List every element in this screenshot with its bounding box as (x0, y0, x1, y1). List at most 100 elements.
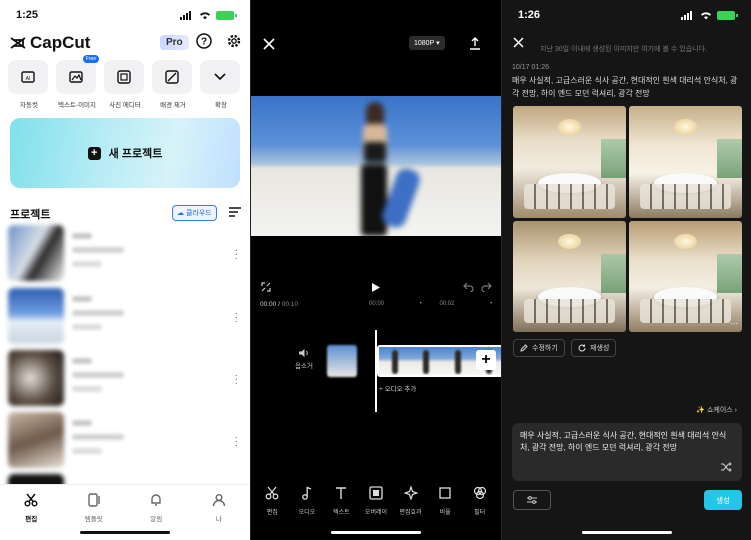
project-item[interactable]: · · · (8, 350, 242, 406)
shuffle-icon[interactable] (720, 462, 732, 472)
project-meta (72, 358, 124, 392)
prompt-input-text: 매우 사실적, 고급스러운 식사 공간, 현대적인 흰색 대리석 안식처, 광각… (520, 431, 727, 452)
svg-text:AI: AI (26, 76, 31, 82)
more-options-icon[interactable]: ··· (235, 433, 238, 451)
add-clip-button[interactable]: + (476, 350, 496, 370)
more-options-icon[interactable]: ··· (235, 246, 238, 264)
tool-text-to-image[interactable]: Free 텍스트-이미지 (56, 55, 99, 109)
help-icon[interactable]: ? (196, 33, 212, 49)
toolbar-overlay[interactable]: 오버레이 (361, 486, 391, 516)
quick-tools-row: AI 자동컷 Free 텍스트-이미지 사진 에디터 배경 제거 확장 (8, 55, 242, 109)
tool-label: 확장 (215, 102, 227, 109)
more-options-icon[interactable]: ··· (235, 309, 238, 327)
tab-me[interactable]: 나 (199, 493, 239, 540)
toolbar-effects[interactable]: 편집효과 (396, 485, 426, 516)
person-icon (212, 494, 225, 507)
app-logo: CapCut (10, 33, 90, 53)
generated-image[interactable] (513, 106, 626, 218)
project-meta (72, 420, 124, 454)
generate-button[interactable]: 생성 (704, 490, 742, 510)
timecode: 00:00 / 00:10 (260, 301, 298, 308)
tool-expand[interactable]: 확장 (200, 60, 242, 109)
toolbar-ratio[interactable]: 비율 (430, 486, 460, 516)
tool-photo-editor[interactable]: 사진 에디터 (104, 60, 146, 109)
filter-icon (473, 486, 486, 500)
resolution-dropdown[interactable]: 1080P ▾ (409, 36, 445, 50)
scissors-icon (24, 493, 38, 507)
pro-badge[interactable]: Pro (160, 35, 189, 50)
sort-icon[interactable] (229, 207, 241, 217)
video-editor-screen: 1080P ▾ 00:00 / 00:10 00:00 • 00:02 • 음소… (250, 0, 501, 540)
regenerate-button[interactable]: 재생성 (571, 339, 617, 357)
tab-label: 나 (215, 516, 222, 523)
timecode-total: 00:10 (281, 301, 298, 308)
photo-editor-icon (117, 70, 131, 84)
toolbar-audio[interactable]: 오디오 (292, 486, 322, 516)
resolution-value: 1080P (414, 40, 435, 47)
prompt-input[interactable]: 매우 사실적, 고급스러운 식사 공간, 현대적인 흰색 대리석 안식처, 광각… (512, 423, 742, 481)
showcase-link[interactable]: ✨ 쇼케이스 › (696, 405, 737, 415)
plus-icon: + (87, 146, 101, 160)
text-to-image-result-screen: 1:26 지난 30일 이내에 생성된 이미지만 여기에 볼 수 있습니다. 1… (501, 0, 751, 540)
undo-icon[interactable] (463, 282, 474, 292)
settings-gear-icon[interactable] (226, 33, 242, 49)
toolbar-label: 필터 (474, 510, 486, 516)
auto-cut-icon: AI (21, 71, 35, 83)
time-mark: 00:02 (439, 301, 455, 307)
add-audio-button[interactable]: + 오디오 추가 (379, 383, 416, 393)
toolbar-label: 비율 (439, 510, 451, 516)
generated-image[interactable] (513, 220, 626, 332)
project-meta (72, 233, 124, 267)
bell-icon (151, 494, 161, 506)
tab-label: 알림 (150, 516, 163, 523)
wifi-icon (701, 11, 711, 19)
close-icon[interactable] (513, 37, 524, 48)
battery-icon (717, 10, 738, 20)
toolbar-text[interactable]: 텍스트 (326, 486, 356, 516)
cloud-button[interactable]: ☁ 클라우드 (172, 205, 217, 221)
project-thumbnail (8, 225, 64, 281)
playhead[interactable] (375, 330, 377, 412)
chevron-down-icon (214, 73, 226, 81)
tool-label: 배경 제거 (160, 102, 186, 109)
tool-remove-background[interactable]: 배경 제거 (152, 60, 194, 109)
tool-label: 자동컷 (20, 102, 38, 109)
project-thumbnail (8, 288, 64, 344)
effects-sparkle-icon (402, 485, 419, 501)
editor-toolbar: 편집 오디오 텍스트 오버레이 편집효과 비율 필터 (251, 485, 501, 516)
edit-button[interactable]: 수정하기 (513, 339, 565, 357)
tool-auto-cut[interactable]: AI 자동컷 (8, 60, 50, 109)
capcut-home-screen: 1:25 CapCut Pro ? AI 자동컷 Free 텍스트-이미지 사진… (0, 0, 250, 540)
toolbar-edit[interactable]: 편집 (257, 486, 287, 516)
project-item[interactable]: · · · (8, 412, 242, 468)
more-options-icon[interactable]: ··· (730, 319, 738, 328)
app-name: CapCut (30, 33, 91, 52)
status-time: 1:26 (518, 9, 541, 21)
toolbar-label: 편집효과 (399, 510, 422, 516)
play-icon[interactable] (371, 282, 381, 293)
text-to-image-icon (69, 71, 83, 83)
settings-button[interactable] (513, 490, 551, 510)
export-upload-icon[interactable] (469, 37, 481, 50)
project-item[interactable]: · · · (8, 288, 242, 344)
new-project-button[interactable]: + 새 프로젝트 (10, 118, 240, 188)
project-item[interactable]: · · · (8, 225, 242, 281)
svg-text:?: ? (201, 37, 207, 48)
more-options-icon[interactable]: ··· (235, 371, 238, 389)
video-subject (351, 102, 423, 236)
close-icon[interactable] (263, 38, 275, 50)
fullscreen-icon[interactable] (261, 282, 271, 292)
cover-thumbnail[interactable] (327, 345, 357, 377)
generated-image[interactable] (629, 106, 742, 218)
project-thumbnail (8, 350, 64, 406)
redo-icon[interactable] (481, 282, 492, 292)
tab-edit[interactable]: 편집 (11, 493, 51, 540)
generation-prompt: 매우 사실적, 고급스러운 식사 공간, 현대적인 흰색 대리석 안식처, 광각… (512, 76, 738, 98)
generated-image[interactable]: ··· (629, 220, 742, 332)
template-icon (88, 493, 100, 507)
status-bar: 1:25 (0, 0, 250, 30)
edit-label: 수정하기 (532, 345, 558, 352)
mute-button[interactable]: 음소거 (295, 348, 313, 370)
toolbar-filter[interactable]: 필터 (465, 486, 495, 516)
video-preview[interactable] (251, 96, 501, 236)
